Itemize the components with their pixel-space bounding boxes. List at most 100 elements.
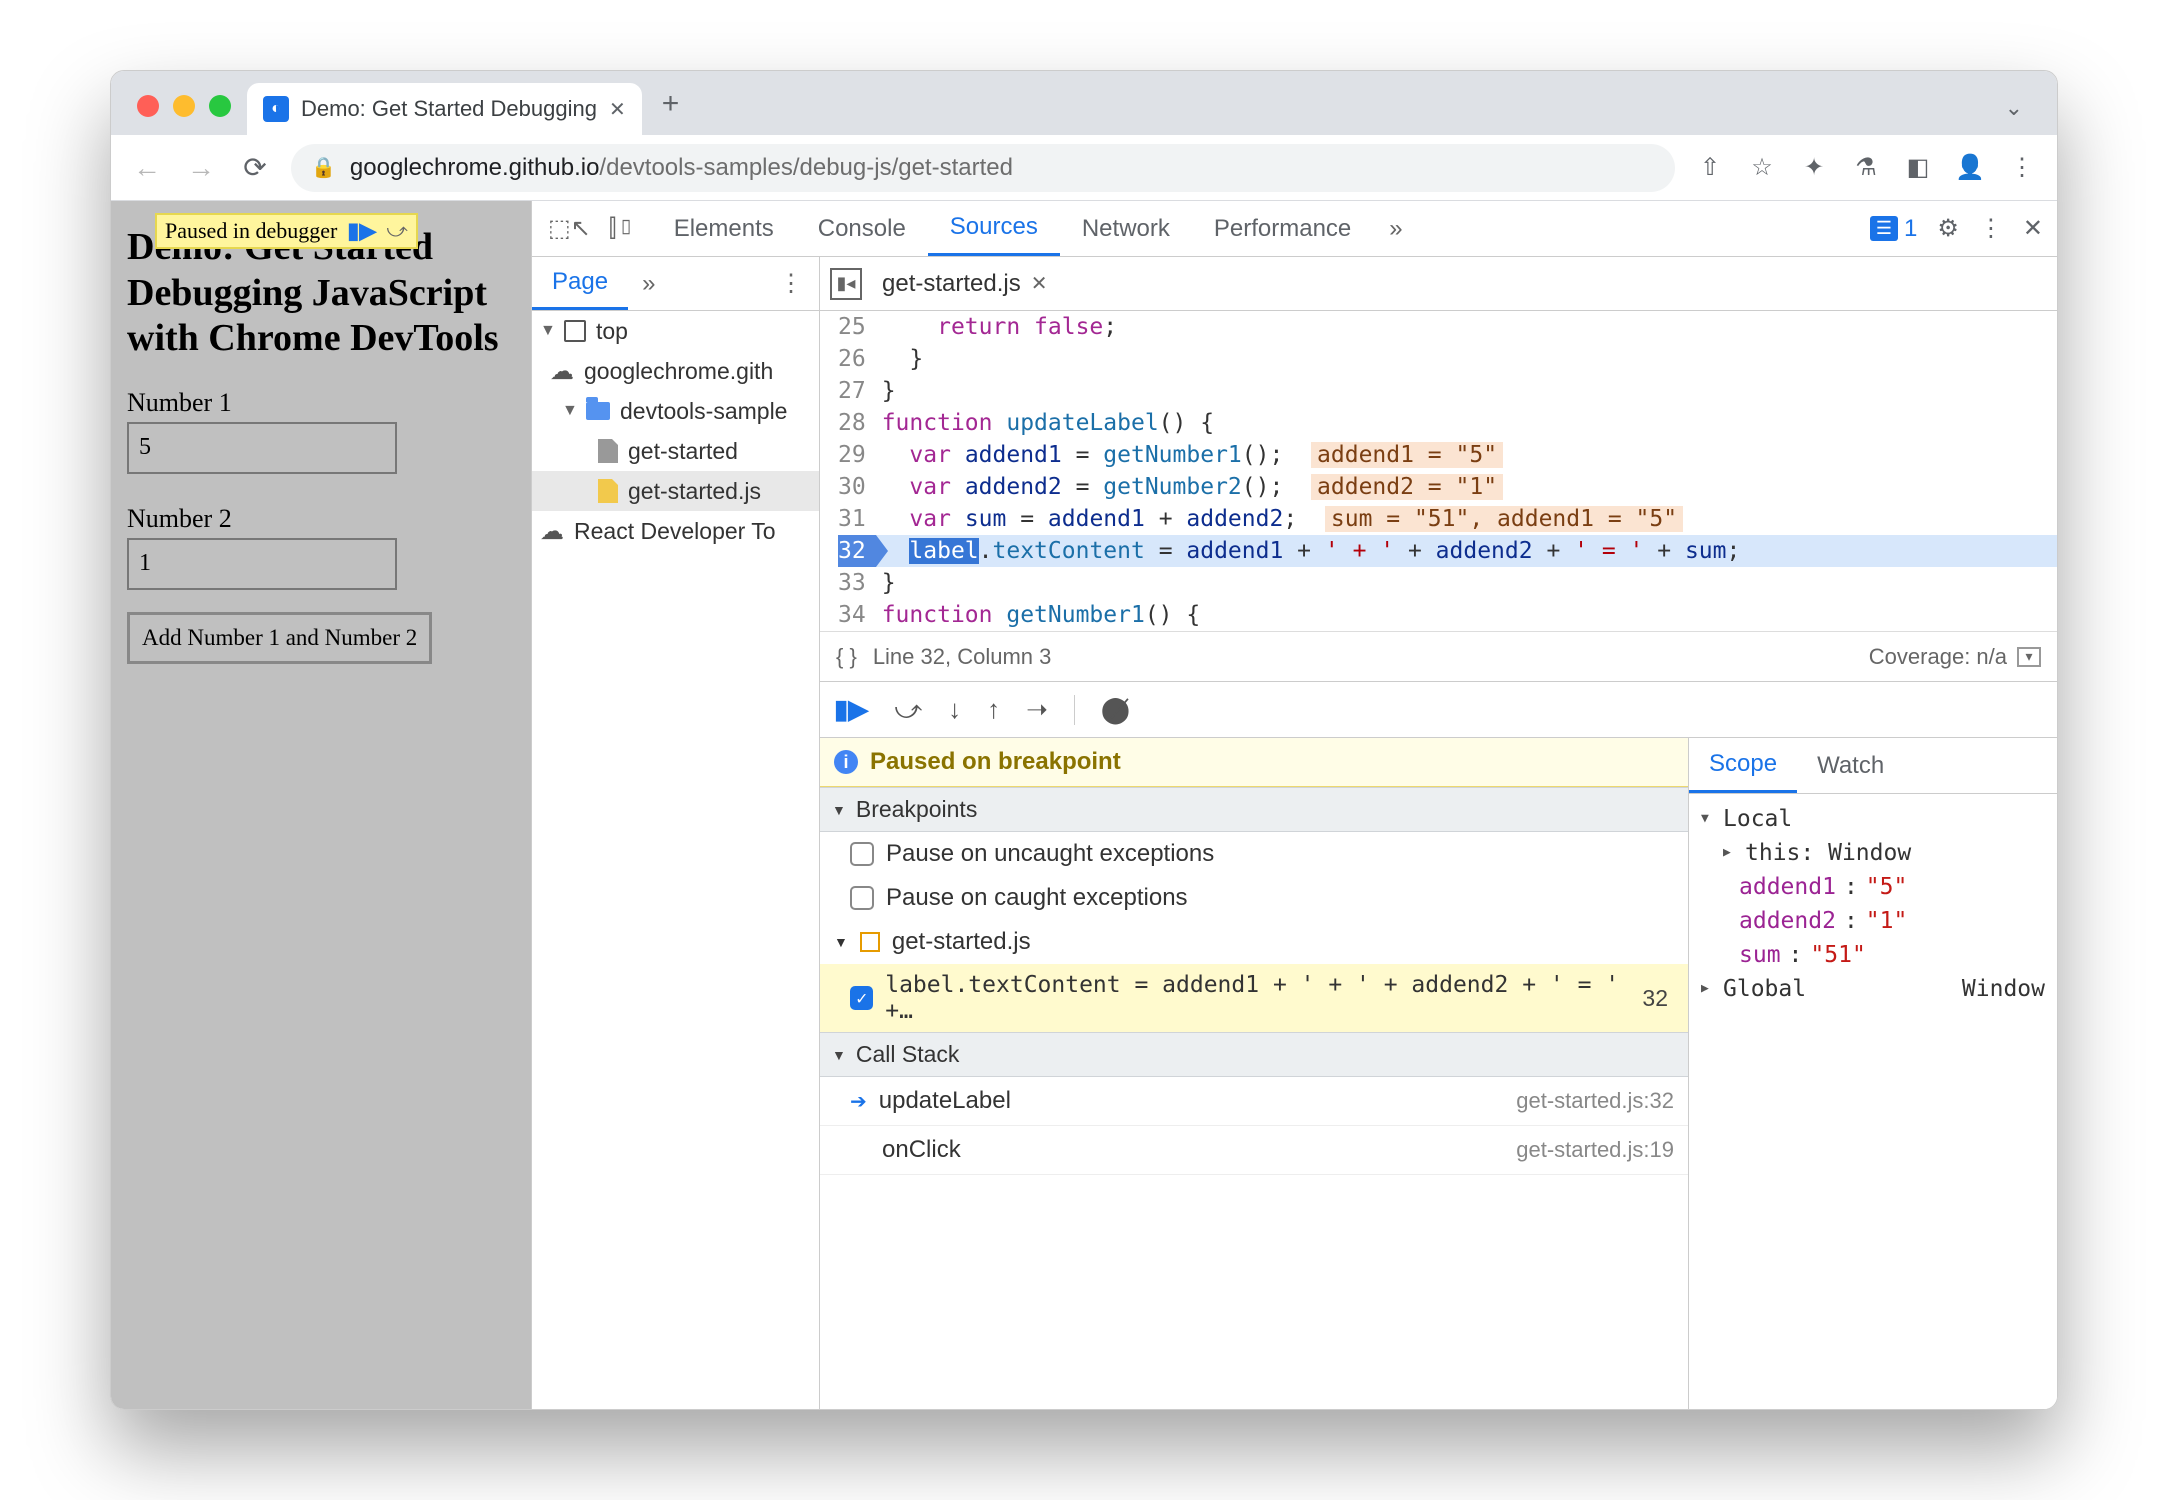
breakpoint-row[interactable]: ✓label.textContent = addend1 + ' + ' + a…	[820, 964, 1688, 1032]
sources-navigator: Page » ⋮ ▼top ☁googlechrome.gith ▼devtoo…	[532, 257, 820, 1409]
labs-button[interactable]: ⚗	[1849, 153, 1883, 182]
paused-overlay: Paused in debugger ▮▶ ⤻	[155, 213, 418, 249]
add-button[interactable]: Add Number 1 and Number 2	[127, 612, 432, 664]
pause-uncaught-checkbox-row[interactable]: Pause on uncaught exceptions	[820, 832, 1688, 876]
issues-button[interactable]: ☰1	[1870, 215, 1918, 243]
bookmark-button[interactable]: ☆	[1745, 153, 1779, 182]
browser-tab[interactable]: ◐ Demo: Get Started Debugging ✕	[247, 83, 642, 135]
back-button[interactable]: ←	[129, 152, 165, 184]
step-into-button[interactable]: ↓	[948, 694, 961, 725]
line-number[interactable]: 34	[838, 599, 866, 631]
close-window-button[interactable]	[137, 95, 159, 117]
line-number[interactable]: 26	[838, 343, 866, 375]
scope-variable-row[interactable]: sum: "51"	[1701, 938, 2045, 972]
sidepanel-button[interactable]: ◧	[1901, 153, 1935, 182]
code-line[interactable]: var sum = addend1 + addend2; sum = "51",…	[876, 503, 2057, 535]
line-number[interactable]: 28	[838, 407, 866, 439]
profile-button[interactable]: 👤	[1953, 153, 1987, 182]
code-line[interactable]: var addend1 = getNumber1(); addend1 = "5…	[876, 439, 2057, 471]
format-button[interactable]: { }	[836, 644, 857, 670]
address-bar[interactable]: 🔒 googlechrome.github.io/devtools-sample…	[291, 144, 1675, 192]
share-button[interactable]: ⇧	[1693, 153, 1727, 182]
tree-row-js[interactable]: get-started.js	[532, 471, 819, 511]
coverage-label: Coverage: n/a	[1869, 644, 2007, 670]
code-editor[interactable]: 25262728293031323334 return false; }}fun…	[820, 311, 2057, 631]
code-line[interactable]: }	[876, 567, 2057, 599]
step-over-button[interactable]: ⤻	[894, 694, 922, 726]
close-tab-button[interactable]: ✕	[609, 97, 626, 122]
tree-row-origin[interactable]: ☁googlechrome.gith	[532, 351, 819, 391]
checkbox-icon[interactable]	[850, 886, 874, 910]
reload-button[interactable]: ⟳	[237, 151, 273, 184]
fullscreen-window-button[interactable]	[209, 95, 231, 117]
device-toggle-icon[interactable]: ⫿▯	[609, 215, 636, 243]
scope-this-row[interactable]: ▶this: Window	[1701, 836, 2045, 870]
step-icon[interactable]: ⤻	[386, 220, 407, 243]
tab-elements[interactable]: Elements	[652, 201, 796, 256]
close-file-button[interactable]: ✕	[1031, 271, 1048, 296]
inspect-icon[interactable]: ⬚↖	[548, 214, 591, 243]
resume-button[interactable]: ▮▶	[834, 694, 868, 725]
line-number[interactable]: 25	[838, 311, 866, 343]
tab-console[interactable]: Console	[796, 201, 928, 256]
callstack-frame[interactable]: onClickget-started.js:19	[820, 1126, 1688, 1175]
tree-row-html[interactable]: get-started	[532, 431, 819, 471]
navigator-menu-button[interactable]: ⋮	[763, 269, 819, 298]
code-line[interactable]: return false;	[876, 311, 2057, 343]
tree-row-top[interactable]: ▼top	[532, 311, 819, 351]
scope-local-header[interactable]: ▼Local	[1701, 802, 2045, 836]
pause-caught-checkbox-row[interactable]: Pause on caught exceptions	[820, 876, 1688, 920]
breakpoint-file-row[interactable]: ▼get-started.js	[820, 920, 1688, 964]
checkbox-icon[interactable]	[850, 842, 874, 866]
navigator-more-button[interactable]: »	[628, 270, 669, 298]
checkbox-checked-icon[interactable]: ✓	[850, 986, 873, 1010]
deactivate-breakpoints-button[interactable]: ⬤̸	[1101, 694, 1130, 725]
step-button[interactable]: ➝	[1026, 694, 1048, 725]
devtools-menu-button[interactable]: ⋮	[1979, 214, 2003, 243]
watch-tab[interactable]: Watch	[1797, 738, 1904, 793]
settings-icon[interactable]: ⚙	[1937, 214, 1959, 243]
more-tabs-button[interactable]: »	[1373, 201, 1418, 256]
tab-sources[interactable]: Sources	[928, 201, 1060, 256]
code-line[interactable]: function updateLabel() {	[876, 407, 2057, 439]
line-number[interactable]: 31	[838, 503, 866, 535]
callstack-section-header[interactable]: ▼Call Stack	[820, 1032, 1688, 1077]
scope-variable-row[interactable]: addend1: "5"	[1701, 870, 2045, 904]
devtools-panel: ⬚↖ ⫿▯ Elements Console Sources Network P…	[531, 201, 2057, 1409]
scope-variable-row[interactable]: addend2: "1"	[1701, 904, 2045, 938]
number1-input[interactable]	[127, 422, 397, 474]
scope-global-header[interactable]: ▶GlobalWindow	[1701, 972, 2045, 1006]
minimize-window-button[interactable]	[173, 95, 195, 117]
line-number[interactable]: 30	[838, 471, 866, 503]
tab-performance[interactable]: Performance	[1192, 201, 1373, 256]
resume-icon[interactable]: ▮▶	[347, 218, 376, 244]
close-devtools-button[interactable]: ✕	[2023, 214, 2043, 243]
chrome-menu-button[interactable]: ⋮	[2005, 153, 2039, 182]
tree-row-folder[interactable]: ▼devtools-sample	[532, 391, 819, 431]
line-number[interactable]: 29	[838, 439, 866, 471]
new-tab-button[interactable]: +	[642, 87, 700, 135]
code-line[interactable]: label.textContent = addend1 + ' + ' + ad…	[876, 535, 2057, 567]
navigator-tab-page[interactable]: Page	[532, 257, 628, 310]
file-tab-get-started-js[interactable]: get-started.js ✕	[870, 257, 1060, 310]
toggle-navigator-button[interactable]: ▮◂	[830, 268, 862, 300]
line-number[interactable]: 27	[838, 375, 866, 407]
line-number[interactable]: 33	[838, 567, 866, 599]
code-line[interactable]: }	[876, 343, 2057, 375]
coverage-dropdown[interactable]: ▾	[2017, 647, 2041, 667]
tree-row-extension[interactable]: ☁React Developer To	[532, 511, 819, 551]
code-line[interactable]: }	[876, 375, 2057, 407]
breakpoints-section-header[interactable]: ▼Breakpoints	[820, 787, 1688, 832]
callstack-frame[interactable]: ➔updateLabelget-started.js:32	[820, 1077, 1688, 1126]
number2-input[interactable]	[127, 538, 397, 590]
code-line[interactable]: var addend2 = getNumber2(); addend2 = "1…	[876, 471, 2057, 503]
code-line[interactable]: function getNumber1() {	[876, 599, 2057, 631]
forward-button[interactable]: →	[183, 152, 219, 184]
line-number[interactable]: 32	[838, 535, 876, 567]
tab-network[interactable]: Network	[1060, 201, 1192, 256]
favicon-icon: ◐	[263, 96, 289, 122]
extensions-button[interactable]: ✦	[1797, 153, 1831, 182]
scope-tab[interactable]: Scope	[1689, 738, 1797, 793]
step-out-button[interactable]: ↑	[987, 694, 1000, 725]
tabs-menu-button[interactable]: ⌄	[1985, 95, 2043, 135]
